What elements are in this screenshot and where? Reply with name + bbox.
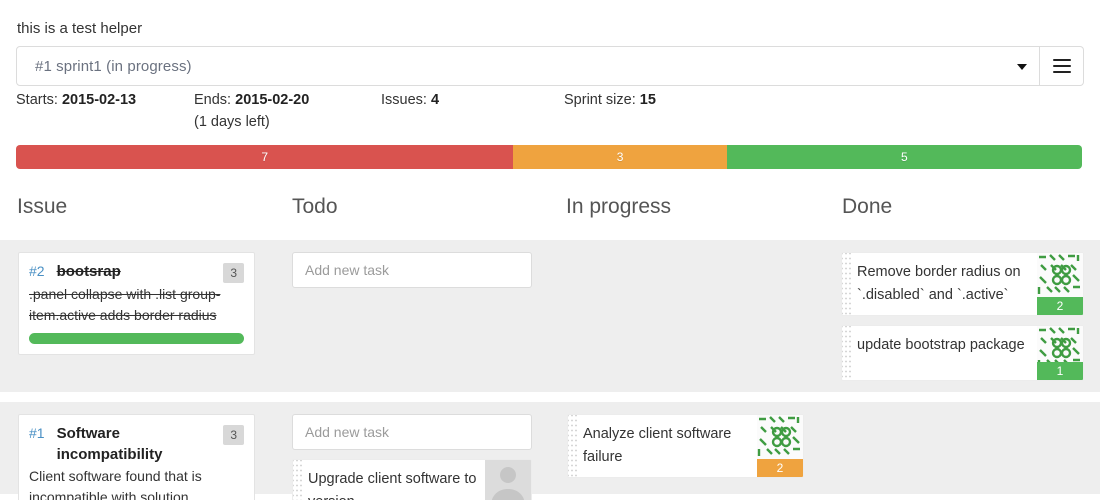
task-card[interactable]: update bootstrap package 1: [841, 325, 1084, 381]
issue-description: .panel collapse with .list group-item.ac…: [29, 286, 221, 323]
task-text: Analyze client software failure: [583, 426, 732, 465]
sprint-meta: Starts: 2015-02-13 Ends: 2015-02-20 Issu…: [16, 90, 1084, 136]
meta-issues-value: 4: [430, 92, 440, 108]
column-header-issue: Issue: [17, 195, 68, 218]
progress-segment-in-progress: 3: [513, 145, 727, 169]
meta-days-left: (1 days left): [194, 114, 270, 130]
task-badge: 1: [1037, 362, 1083, 380]
issue-title: Software incompatibility: [56, 425, 163, 463]
task-avatar-wrap: 2: [757, 415, 803, 477]
drag-handle-icon[interactable]: [842, 326, 851, 380]
task-badge: 2: [757, 459, 803, 477]
meta-sprint-size: Sprint size: 15: [564, 90, 656, 110]
hamburger-menu-button[interactable]: [1040, 46, 1084, 86]
hamburger-menu-icon-bar: [1052, 59, 1071, 61]
progress-segment-todo: 7: [16, 145, 514, 169]
task-avatar-wrap: [485, 460, 531, 500]
task-card[interactable]: Analyze client software failure 2: [567, 414, 804, 478]
hamburger-menu-icon-bar: [1052, 71, 1071, 73]
task-avatar-wrap: 1: [1037, 326, 1083, 380]
helper-text: this is a test helper: [17, 20, 143, 37]
board: Issue Todo In progress Done #2 bootsrap …: [0, 192, 1100, 500]
issue-number[interactable]: #1: [29, 423, 45, 443]
task-text: Remove border radius on `.disabled` and …: [857, 264, 1021, 303]
meta-ends-label: Ends:: [194, 92, 232, 108]
board-row: #2 bootsrap 3 .panel collapse with .list…: [0, 240, 1100, 392]
issue-description: Client software found that is incompatib…: [29, 468, 202, 500]
hamburger-menu-icon-bar: [1052, 65, 1071, 67]
meta-starts: Starts: 2015-02-13: [16, 90, 136, 110]
person-avatar: [485, 460, 531, 500]
issue-number[interactable]: #2: [29, 261, 45, 281]
meta-issues-label: Issues:: [381, 92, 427, 108]
task-badge: 2: [1037, 297, 1083, 315]
meta-starts-value: 2015-02-13: [61, 92, 137, 108]
meta-ends: Ends: 2015-02-20: [194, 90, 309, 110]
done-cell: Remove border radius on `.disabled` and …: [841, 252, 1084, 381]
sprint-progress-bar: 735: [16, 145, 1082, 169]
identicon-avatar: [757, 415, 803, 461]
meta-issues: Issues: 4: [381, 90, 439, 110]
meta-starts-label: Starts:: [16, 92, 58, 108]
task-text: update bootstrap package: [857, 337, 1025, 353]
task-card[interactable]: Upgrade client software to version: [292, 459, 532, 500]
issue-card-header: #2 bootsrap 3: [29, 261, 244, 283]
task-avatar-wrap: 2: [1037, 253, 1083, 315]
issue-cell: #2 bootsrap 3 .panel collapse with .list…: [18, 252, 255, 355]
issue-title: bootsrap: [56, 263, 121, 280]
board-row: #1 Software incompatibility 3 Client sof…: [0, 402, 1100, 500]
in-progress-cell: Analyze client software failure 2: [567, 414, 804, 478]
board-column-headers: Issue Todo In progress Done: [0, 192, 1100, 240]
chevron-down-icon: [1017, 64, 1027, 70]
issue-card[interactable]: #2 bootsrap 3 .panel collapse with .list…: [18, 252, 255, 355]
scrum-board-page: this is a test helper #1 sprint1 (in pro…: [0, 0, 1100, 500]
column-header-done: Done: [842, 195, 893, 218]
task-text: Upgrade client software to version: [308, 471, 477, 500]
column-header-in-progress: In progress: [566, 195, 672, 218]
meta-ends-value: 2015-02-20: [235, 92, 310, 108]
task-card[interactable]: Remove border radius on `.disabled` and …: [841, 252, 1084, 316]
drag-handle-icon[interactable]: [568, 415, 577, 477]
issue-card[interactable]: #1 Software incompatibility 3 Client sof…: [18, 414, 255, 500]
sprint-select[interactable]: #1 sprint1 (in progress): [16, 46, 1040, 86]
meta-sprint-size-label: Sprint size:: [564, 92, 636, 108]
row-separator: [0, 392, 1100, 402]
meta-sprint-size-value: 15: [639, 92, 656, 108]
issue-card-header: #1 Software incompatibility 3: [29, 423, 244, 465]
drag-handle-icon[interactable]: [842, 253, 851, 315]
add-new-task-input[interactable]: [292, 414, 532, 450]
todo-cell: [292, 252, 532, 288]
issue-points-badge: 3: [223, 425, 244, 445]
issue-cell: #1 Software incompatibility 3 Client sof…: [18, 414, 255, 500]
sprint-select-value: #1 sprint1 (in progress): [35, 57, 192, 75]
sprint-selector-row: #1 sprint1 (in progress): [16, 46, 1084, 86]
drag-handle-icon[interactable]: [293, 460, 302, 500]
issue-progress-bar: [29, 333, 244, 344]
column-header-todo: Todo: [292, 195, 338, 218]
add-new-task-input[interactable]: [292, 252, 532, 288]
progress-segment-done: 5: [726, 145, 1082, 169]
identicon-avatar: [1037, 253, 1083, 299]
todo-cell: Upgrade client software to version: [292, 414, 532, 500]
issue-points-badge: 3: [223, 263, 244, 283]
